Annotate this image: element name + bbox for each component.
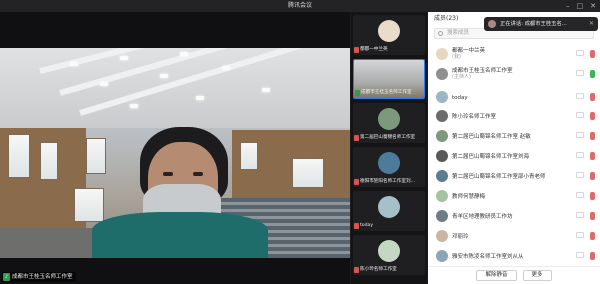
close-icon[interactable]: ✕: [589, 17, 594, 31]
member-row[interactable]: 都都一中兰英 (我): [428, 46, 600, 64]
camera-icon[interactable]: [576, 172, 584, 178]
video-thumbnail-active[interactable]: 成都市王桂玉名师工作室: [353, 59, 425, 99]
camera-icon[interactable]: [576, 112, 584, 118]
camera-icon[interactable]: [576, 192, 584, 198]
video-thumbnail[interactable]: today: [353, 191, 425, 231]
member-row[interactable]: 教师何慧静梅: [428, 188, 600, 206]
avatar: [436, 150, 448, 162]
member-count-title: 成员(23): [434, 15, 459, 22]
avatar: [378, 240, 400, 262]
camera-icon[interactable]: [576, 70, 584, 76]
window-title: 腾讯会议: [287, 2, 312, 9]
video-thumbnail[interactable]: 陈小玲名师工作室: [353, 235, 425, 275]
mic-muted-icon[interactable]: [590, 252, 595, 260]
member-row[interactable]: 第二届巴山蜀锦名师工作室 赵敏: [428, 128, 600, 146]
video-thumbnail[interactable]: 德阳市旌阳名师工作室刘...: [353, 147, 425, 187]
mic-muted-icon[interactable]: [590, 172, 595, 180]
avatar: [436, 91, 448, 103]
mic-muted-icon: [354, 135, 359, 141]
title-bar: 腾讯会议 – □ ✕: [0, 0, 600, 12]
member-row[interactable]: 邓丽玲: [428, 228, 600, 246]
camera-icon[interactable]: [576, 152, 584, 158]
avatar: [436, 110, 448, 122]
member-row[interactable]: 第二届巴山蜀锦名师工作室邵小青老师: [428, 168, 600, 186]
member-panel: 成员(23) 搜索成员 都都一中兰英 (我) 成都市王桂玉名师工作室 (主持人)…: [428, 12, 600, 284]
avatar: [378, 108, 400, 130]
meeting-window: 腾讯会议 – □ ✕ ♪ 成都市王桂玉名师工作室 都都一中兰英 成都市王桂玉名师…: [0, 0, 600, 284]
member-row[interactable]: 雅安市陈凌名师工作室刘从从: [428, 248, 600, 262]
camera-icon[interactable]: [576, 132, 584, 138]
more-button[interactable]: 更多: [522, 270, 552, 281]
unmute-all-button[interactable]: 解除静音: [476, 270, 517, 281]
member-row[interactable]: 陈小玲名师工作室: [428, 108, 600, 126]
speaking-text: 正在讲话: 成都市王桂玉名...: [500, 21, 567, 27]
avatar: [378, 20, 400, 42]
member-row[interactable]: today: [428, 89, 600, 107]
avatar: [436, 190, 448, 202]
mic-muted-icon[interactable]: [590, 212, 595, 220]
speaker-name: 成都市王桂玉名师工作室: [12, 274, 73, 280]
member-panel-footer: 解除静音 更多: [428, 266, 600, 284]
member-row[interactable]: 青羊区地理教研员工作坊: [428, 208, 600, 226]
avatar: [436, 250, 448, 262]
mic-muted-icon: [354, 223, 359, 229]
mic-muted-icon: [354, 47, 359, 53]
close-icon[interactable]: ✕: [590, 0, 596, 12]
avatar: [436, 130, 448, 142]
video-thumbnail[interactable]: 第二届巴山蜀锦名师工作室: [353, 103, 425, 143]
mic-muted-icon[interactable]: [590, 152, 595, 160]
avatar: [488, 20, 496, 28]
mic-muted-icon[interactable]: [590, 192, 595, 200]
mic-muted-icon[interactable]: [590, 132, 595, 140]
avatar: [378, 152, 400, 174]
member-row[interactable]: 成都市王桂玉名师工作室 (主持人): [428, 66, 600, 84]
camera-icon[interactable]: [576, 212, 584, 218]
search-icon: [438, 31, 443, 36]
avatar: [436, 68, 448, 80]
mic-muted-icon[interactable]: [590, 93, 595, 101]
camera-icon[interactable]: [576, 93, 584, 99]
video-thumbnail[interactable]: 都都一中兰英: [353, 15, 425, 55]
avatar: [436, 48, 448, 60]
video-thumbnail-strip[interactable]: 都都一中兰英 成都市王桂玉名师工作室 第二届巴山蜀锦名师工作室 德阳市旌阳名师工…: [351, 12, 427, 284]
avatar: [436, 230, 448, 242]
mic-muted-icon[interactable]: [590, 50, 595, 58]
maximize-icon[interactable]: □: [577, 0, 584, 12]
avatar: [378, 196, 400, 218]
mic-muted-icon: [354, 179, 359, 185]
avatar: [436, 210, 448, 222]
camera-icon[interactable]: [576, 252, 584, 258]
mic-on-icon[interactable]: [590, 70, 595, 78]
mic-on-icon: ♪: [3, 273, 10, 281]
avatar: [436, 170, 448, 182]
main-video[interactable]: ♪ 成都市王桂玉名师工作室: [0, 12, 350, 284]
minimize-icon[interactable]: –: [566, 0, 570, 12]
member-row[interactable]: 第二届巴山蜀锦名师工作室刘海: [428, 148, 600, 166]
speaking-toast: 正在讲话: 成都市王桂玉名... ✕: [484, 17, 598, 31]
camera-icon[interactable]: [576, 50, 584, 56]
speaker-name-tag: ♪ 成都市王桂玉名师工作室: [2, 272, 76, 282]
camera-icon[interactable]: [576, 232, 584, 238]
mic-muted-icon[interactable]: [590, 112, 595, 120]
window-controls: – □ ✕: [566, 0, 596, 12]
mic-on-icon: [355, 90, 360, 96]
mic-muted-icon: [354, 267, 359, 273]
mic-muted-icon[interactable]: [590, 232, 595, 240]
